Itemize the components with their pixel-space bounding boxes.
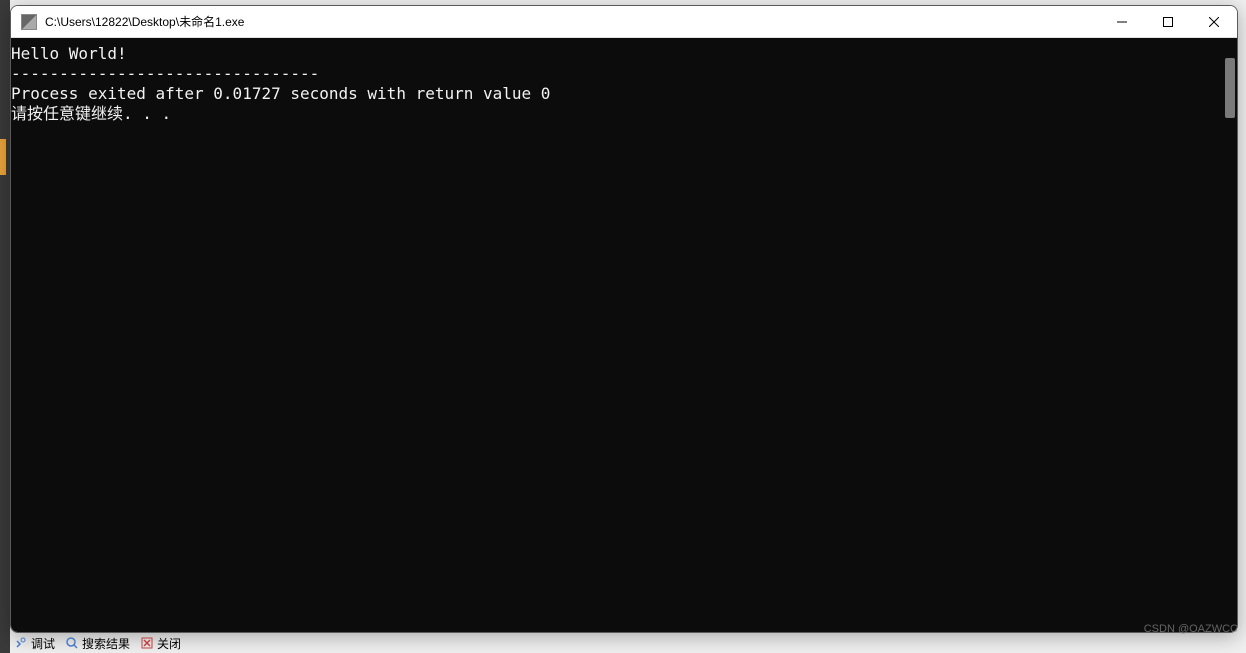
close-icon — [1209, 17, 1219, 27]
console-output: Hello World! ---------------------------… — [11, 38, 1237, 124]
output-line: -------------------------------- — [11, 64, 319, 83]
scrollbar-track[interactable] — [1223, 38, 1237, 632]
minimize-button[interactable] — [1099, 6, 1145, 38]
console-area[interactable]: Hello World! ---------------------------… — [11, 38, 1237, 632]
output-line: Hello World! — [11, 44, 127, 63]
search-icon — [65, 636, 79, 650]
background-orange-marker — [0, 139, 6, 175]
close-button[interactable] — [1191, 6, 1237, 38]
tab-debug[interactable]: 调试 — [12, 635, 57, 652]
close-tab-icon — [140, 636, 154, 650]
tab-close[interactable]: 关闭 — [138, 635, 183, 652]
window-controls — [1099, 6, 1237, 37]
tab-debug-label: 调试 — [31, 635, 55, 652]
tab-search-results[interactable]: 搜索结果 — [63, 635, 132, 652]
titlebar[interactable]: C:\Users\12822\Desktop\未命名1.exe — [11, 6, 1237, 38]
window-title: C:\Users\12822\Desktop\未命名1.exe — [45, 13, 1099, 30]
background-left-strip — [0, 0, 10, 653]
minimize-icon — [1117, 17, 1127, 27]
output-line: Process exited after 0.01727 seconds wit… — [11, 84, 550, 103]
maximize-button[interactable] — [1145, 6, 1191, 38]
app-icon — [21, 14, 37, 30]
scrollbar-thumb[interactable] — [1225, 58, 1235, 118]
ide-bottom-tabs: 调试 搜索结果 关闭 — [12, 633, 183, 653]
watermark: CSDN @OAZWCC — [1144, 623, 1238, 635]
tab-close-label: 关闭 — [157, 635, 181, 652]
debug-icon — [14, 636, 28, 650]
maximize-icon — [1163, 17, 1173, 27]
console-window: C:\Users\12822\Desktop\未命名1.exe Hello Wo — [10, 5, 1238, 633]
output-line: 请按任意键继续. . . — [11, 104, 171, 123]
tab-search-label: 搜索结果 — [82, 635, 130, 652]
